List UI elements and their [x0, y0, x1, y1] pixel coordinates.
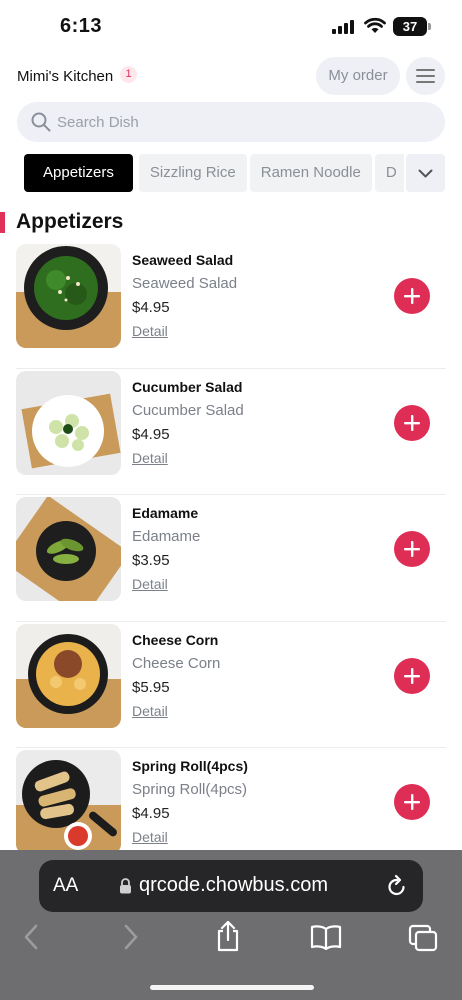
add-to-cart-button[interactable] [394, 657, 430, 694]
header: Mimi's Kitchen 1 My order [0, 56, 462, 98]
dish-price: $4.95 [132, 299, 170, 316]
dish-subtitle: Edamame [132, 528, 201, 545]
plus-icon [404, 794, 420, 810]
my-order-button[interactable]: My order [316, 57, 400, 95]
dish-detail-link[interactable]: Detail [132, 829, 168, 845]
section-title: Appetizers [16, 210, 124, 233]
dish-subtitle: Spring Roll(4pcs) [132, 781, 248, 798]
store-badge: 1 [120, 66, 137, 83]
dish-image-cucumber-salad[interactable] [16, 370, 121, 475]
dish-name: Cucumber Salad [132, 378, 243, 395]
back-arrow-icon[interactable] [22, 924, 40, 950]
plus-icon [404, 541, 420, 557]
browser-chrome: AA qrcode.chowbus.com [0, 850, 462, 1000]
add-to-cart-button[interactable] [394, 784, 430, 820]
battery-icon: 37 [393, 17, 431, 36]
dish-item[interactable]: Cheese Corn Cheese Corn $5.95 Detail [0, 622, 462, 749]
category-tabs: Appetizers Sizzling Rice Ramen Noodle D [24, 154, 404, 194]
dish-name: Seaweed Salad [132, 252, 234, 268]
store-name: Mimi's Kitchen [17, 68, 114, 85]
dish-subtitle: Cucumber Salad [132, 401, 244, 419]
tabs-icon[interactable] [408, 924, 438, 952]
dish-subtitle: Seaweed Salad [132, 275, 238, 292]
dish-image-cheese-corn[interactable] [16, 623, 121, 728]
dish-item[interactable]: Seaweed Salad Seaweed Salad $4.95 Detail [0, 242, 462, 369]
dish-detail-link[interactable]: Detail [132, 576, 168, 592]
dish-image-edamame[interactable] [16, 497, 121, 601]
add-to-cart-button[interactable] [394, 404, 430, 441]
dish-list: Seaweed Salad Seaweed Salad $4.95 Detail… [0, 242, 462, 875]
reload-icon[interactable] [386, 874, 408, 898]
tab-truncated[interactable]: D [374, 154, 404, 192]
dish-detail-link[interactable]: Detail [132, 450, 168, 466]
dish-name: Cheese Corn [132, 631, 219, 648]
hamburger-icon [416, 69, 435, 83]
dish-name: Spring Roll(4pcs) [132, 758, 248, 774]
chevron-down-icon [418, 169, 433, 178]
lock-icon [120, 878, 131, 894]
tab-appetizers[interactable]: Appetizers [24, 154, 133, 192]
forward-arrow-icon[interactable] [122, 924, 140, 950]
tab-sizzling-rice[interactable]: Sizzling Rice [138, 154, 247, 192]
add-to-cart-button[interactable] [394, 531, 430, 567]
dish-item[interactable]: Cucumber Salad Cucumber Salad $4.95 Deta… [0, 369, 462, 496]
tab-ramen-noodle[interactable]: Ramen Noodle [249, 154, 372, 192]
wifi-icon [364, 17, 386, 33]
dish-price: $3.95 [132, 552, 170, 569]
dish-image-spring-roll[interactable] [16, 750, 121, 854]
search-input[interactable] [57, 102, 427, 142]
dish-item[interactable]: Edamame Edamame $3.95 Detail [0, 495, 462, 622]
signal-icon [332, 20, 354, 34]
search-bar[interactable] [17, 102, 445, 142]
section-accent [0, 212, 5, 233]
tabs-expand-button[interactable] [406, 154, 445, 192]
url-text[interactable]: qrcode.chowbus.com [139, 874, 328, 897]
dish-subtitle: Cheese Corn [132, 654, 221, 672]
dish-price: $4.95 [132, 805, 170, 822]
status-time: 6:13 [60, 15, 103, 37]
share-icon[interactable] [215, 920, 241, 952]
text-size-button[interactable]: AA [53, 875, 78, 897]
plus-icon [404, 414, 420, 431]
search-icon [31, 112, 51, 132]
dish-detail-link[interactable]: Detail [132, 703, 168, 719]
menu-button[interactable] [406, 57, 445, 95]
dish-price: $4.95 [132, 425, 170, 443]
add-to-cart-button[interactable] [394, 278, 430, 314]
dish-name: Edamame [132, 505, 199, 521]
dish-price: $5.95 [132, 678, 170, 696]
plus-icon [404, 667, 420, 684]
status-bar: 6:13 37 [0, 0, 462, 52]
dish-detail-link[interactable]: Detail [132, 323, 168, 339]
dish-image-seaweed-salad[interactable] [16, 244, 121, 348]
book-icon[interactable] [310, 924, 342, 950]
home-indicator[interactable] [150, 985, 314, 990]
address-bar[interactable]: AA qrcode.chowbus.com [39, 860, 423, 912]
plus-icon [404, 288, 420, 304]
